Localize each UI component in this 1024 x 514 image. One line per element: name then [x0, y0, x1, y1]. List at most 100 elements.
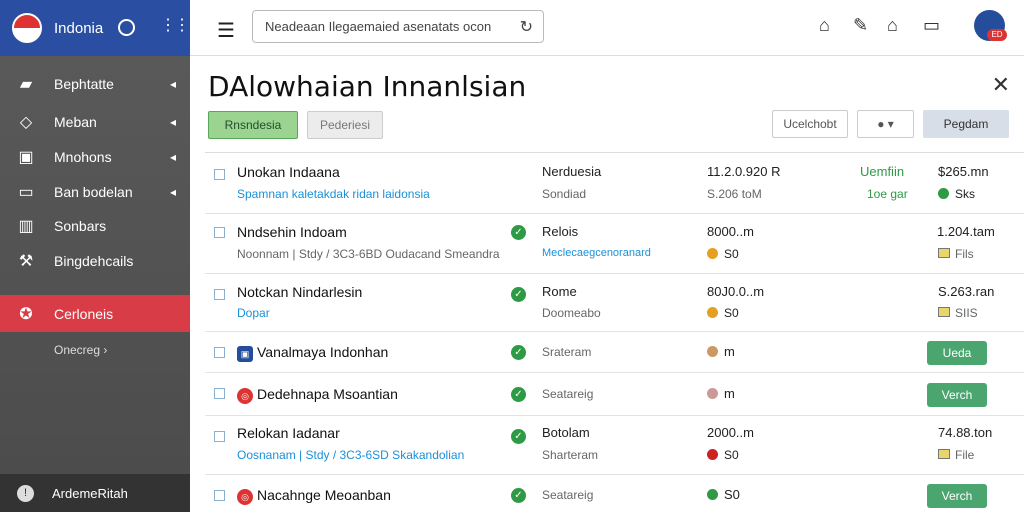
table-row[interactable]: ◎ Nacahnge Meoanban ✓ Seatareig S0 Verch — [205, 476, 1024, 514]
table-row[interactable]: Notckan Nindarlesin Dopar ✓ Rome Doomeab… — [205, 275, 1024, 332]
sidebar-subitem[interactable]: Onecreg › — [54, 343, 107, 357]
sidebar-item-label: Bephtatte — [54, 76, 114, 92]
sidebar-item-bephtatte[interactable]: ▰ Bephtatte ◂ — [0, 66, 190, 102]
row-value: 74.88.ton — [938, 425, 993, 440]
chart-icon: ▥ — [18, 218, 34, 235]
row-sublabel: Meclecaegcenoranard — [542, 247, 651, 259]
flag-icon: ◎ — [237, 388, 253, 404]
sidebar-item-mnohons[interactable]: ▣ Mnohons ◂ — [0, 139, 190, 175]
row-country: Seatareig — [542, 488, 594, 502]
row-amount-sub: S.206 toM — [707, 187, 762, 201]
status-dot-icon — [707, 489, 718, 500]
row-sublabel: Sondiad — [542, 187, 587, 201]
table-row[interactable]: Unokan Indaana Spamnan kaletakdak ridan … — [205, 153, 1024, 214]
grid-icon[interactable]: ⋮⋮ — [160, 18, 190, 34]
row-amount-sub: S0 — [724, 306, 739, 320]
refresh-icon[interactable]: ↻ — [520, 17, 533, 37]
row-value-sub: Fils — [955, 247, 974, 261]
check-icon: ✓ — [511, 488, 526, 503]
row-country: Srateram — [542, 345, 592, 359]
row-amount: m — [724, 386, 735, 401]
row-value-sub: Sks — [955, 187, 976, 201]
status-subtext: 1oe gar — [867, 187, 908, 201]
status-text: Uemfiin — [860, 164, 905, 179]
flag-icon — [12, 13, 42, 43]
row-country: Seatareig — [542, 387, 594, 401]
search-text: Neadeaan Ilegaemaied asenatats ocon — [265, 19, 492, 34]
table-row[interactable]: Nndsehin Indoam Noonnam | Stdy / 3C3-6BD… — [205, 215, 1024, 274]
status-dot-icon — [707, 307, 718, 318]
page-title: DAlowhaian Innanlsian — [208, 70, 527, 103]
chevron-left-icon: ◂ — [169, 115, 176, 129]
row-country: Relois — [542, 224, 579, 239]
user-icon: ! — [17, 484, 34, 502]
row-amount: 11.2.0.920 R — [707, 164, 781, 179]
sidebar-item-label: Meban — [54, 114, 97, 130]
chevron-left-icon: ◂ — [169, 150, 176, 164]
window-icon[interactable]: ▭ — [923, 15, 940, 36]
search-input[interactable]: Neadeaan Ilegaemaied asenatats ocon ↻ — [252, 10, 544, 43]
row-value: S.263.ran — [938, 284, 995, 299]
row-checkbox[interactable] — [214, 388, 225, 399]
row-value-sub: File — [955, 448, 975, 462]
sidebar: Indonia ⋮⋮ ▰ Bephtatte ◂ ◇ Meban ◂ ▣ Mno… — [0, 0, 190, 512]
wrench-icon: ⚒ — [18, 253, 34, 270]
bookmark-icon[interactable]: ⌂ — [887, 15, 898, 36]
row-tag[interactable]: Verch — [927, 484, 987, 508]
row-tag[interactable]: Verch — [927, 383, 987, 407]
home-icon[interactable]: ⌂ — [819, 15, 830, 36]
sidebar-item-meban[interactable]: ◇ Meban ◂ — [0, 104, 190, 140]
pegdam-button[interactable]: Pegdam — [923, 110, 1009, 138]
row-amount: 2000..m — [707, 425, 754, 440]
row-subtitle: Noonnam | Stdy / 3C3-6BD Oudacand Smeand… — [237, 247, 500, 261]
check-icon: ✓ — [511, 287, 526, 302]
search-icon[interactable] — [118, 19, 135, 36]
options-button[interactable]: ● ▾ — [857, 110, 914, 138]
flag-icon: ◎ — [237, 489, 253, 505]
sidebar-item-bingdehcails[interactable]: ⚒ Bingdehcails — [0, 243, 190, 279]
row-country: Botolam — [542, 425, 590, 440]
row-value-sub: SIIS — [955, 306, 978, 320]
check-icon: ✓ — [511, 345, 526, 360]
row-checkbox[interactable] — [214, 347, 225, 358]
sidebar-item-label: Sonbars — [54, 218, 107, 234]
sidebar-item-label: Cerloneis — [54, 305, 114, 322]
sidebar-item-cerloneis[interactable]: ✪ Cerloneis — [0, 295, 190, 332]
tab-rnsndesia[interactable]: Rnsndesia — [208, 111, 298, 139]
close-icon[interactable]: ✕ — [992, 72, 1010, 98]
sidebar-item-ban-bodelan[interactable]: ▭ Ban bodelan ◂ — [0, 174, 190, 210]
row-amount-sub: S0 — [724, 247, 739, 261]
status-dot-icon — [938, 188, 949, 199]
row-sublabel: Sharteram — [542, 448, 599, 462]
file-icon — [938, 307, 950, 317]
edit-icon[interactable]: ✎ — [853, 15, 868, 36]
top-toolbar: ☰ Neadeaan Ilegaemaied asenatats ocon ↻ … — [190, 0, 1024, 56]
row-country: Nerduesia — [542, 164, 602, 179]
check-icon: ✓ — [511, 387, 526, 402]
row-checkbox[interactable] — [214, 490, 225, 501]
table-row[interactable]: ▣ Vanalmaya Indonhan ✓ Srateram m Ueda — [205, 333, 1024, 373]
row-checkbox[interactable] — [214, 289, 225, 300]
profile-name: ArdemeRitah — [52, 485, 128, 501]
bank-icon: ▰ — [19, 76, 33, 93]
row-checkbox[interactable] — [214, 227, 225, 238]
row-tag[interactable]: Ueda — [927, 341, 987, 365]
brand-bar: Indonia ⋮⋮ — [0, 0, 190, 56]
row-checkbox[interactable] — [214, 169, 225, 180]
table-row[interactable]: ◎ Dedehnapa Msoantian ✓ Seatareig m Verch — [205, 374, 1024, 416]
sidebar-item-sonbars[interactable]: ▥ Sonbars — [0, 208, 190, 244]
status-dot-icon — [707, 449, 718, 460]
row-checkbox[interactable] — [214, 431, 225, 442]
table-row[interactable]: Relokan Iadanar Oosnanam | Stdy / 3C3-6S… — [205, 417, 1024, 475]
row-amount: 8000..m — [707, 224, 754, 239]
row-value: 1.204.tam — [937, 224, 995, 239]
status-dot-icon — [707, 248, 718, 259]
profile-bar[interactable]: ! ArdemeRitah — [0, 474, 190, 512]
ucelchobt-button[interactable]: Ucelchobt — [772, 110, 848, 138]
row-title: Vanalmaya Indonhan — [257, 344, 389, 360]
avatar[interactable]: ED — [974, 10, 1007, 41]
star-icon: ✪ — [19, 305, 33, 323]
menu-icon[interactable]: ☰ — [217, 18, 235, 43]
tab-pederiesi[interactable]: Pederiesi — [307, 111, 383, 139]
row-value: $265.mn — [938, 164, 989, 179]
